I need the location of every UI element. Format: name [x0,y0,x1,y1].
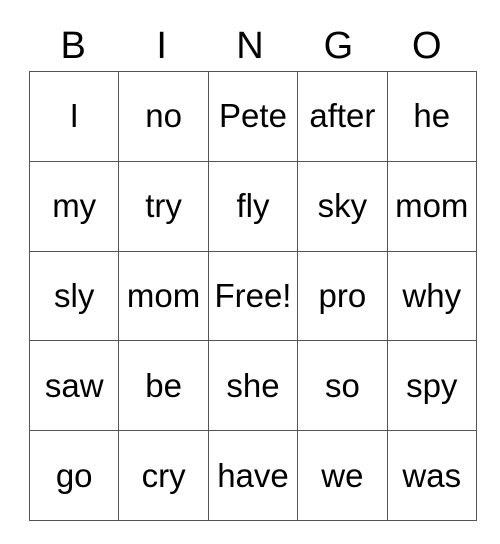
bingo-header-letter-o: O [412,24,442,67]
bingo-grid: I no Pete after he my try fly sky mom sl… [28,71,477,521]
bingo-cell-free-space[interactable]: Free! [207,250,299,342]
bingo-cell[interactable]: after [297,71,388,162]
bingo-row: sly mom Free! pro why [28,250,477,342]
bingo-cell[interactable]: sky [297,160,388,252]
bingo-cell[interactable]: I [28,71,120,162]
bingo-row: my try fly sky mom [28,160,477,252]
bingo-cell[interactable]: saw [28,340,120,432]
bingo-cell[interactable]: pro [297,250,388,342]
bingo-cell[interactable]: was [386,430,477,521]
bingo-row: I no Pete after he [28,71,477,162]
bingo-cell[interactable]: sly [28,250,120,342]
bingo-cell[interactable]: fly [207,160,299,252]
bingo-cell[interactable]: we [297,430,388,521]
bingo-cell[interactable]: cry [118,430,209,521]
bingo-cell[interactable]: why [386,250,477,342]
bingo-header-row: B I N G O [29,20,471,71]
bingo-cell[interactable]: he [386,71,477,162]
bingo-cell[interactable]: mom [118,250,209,342]
bingo-cell[interactable]: have [207,430,299,521]
bingo-row: saw be she so spy [28,340,477,432]
bingo-card: B I N G O I no Pete after he my try fly … [28,20,477,521]
bingo-header-letter-b: B [60,24,86,67]
bingo-row: go cry have we was [28,430,477,521]
bingo-cell[interactable]: try [118,160,209,252]
bingo-cell[interactable]: Pete [207,71,299,162]
bingo-cell[interactable]: my [28,160,120,252]
bingo-header-letter-g: G [323,24,354,67]
bingo-cell[interactable]: mom [386,160,477,252]
bingo-header-letter-n: N [236,24,264,67]
bingo-cell[interactable]: so [297,340,388,432]
bingo-cell[interactable]: no [118,71,209,162]
bingo-header-letter-i: I [156,24,167,67]
bingo-cell[interactable]: go [28,430,120,521]
bingo-cell[interactable]: be [118,340,209,432]
bingo-cell[interactable]: spy [386,340,477,432]
bingo-cell[interactable]: she [207,340,299,432]
